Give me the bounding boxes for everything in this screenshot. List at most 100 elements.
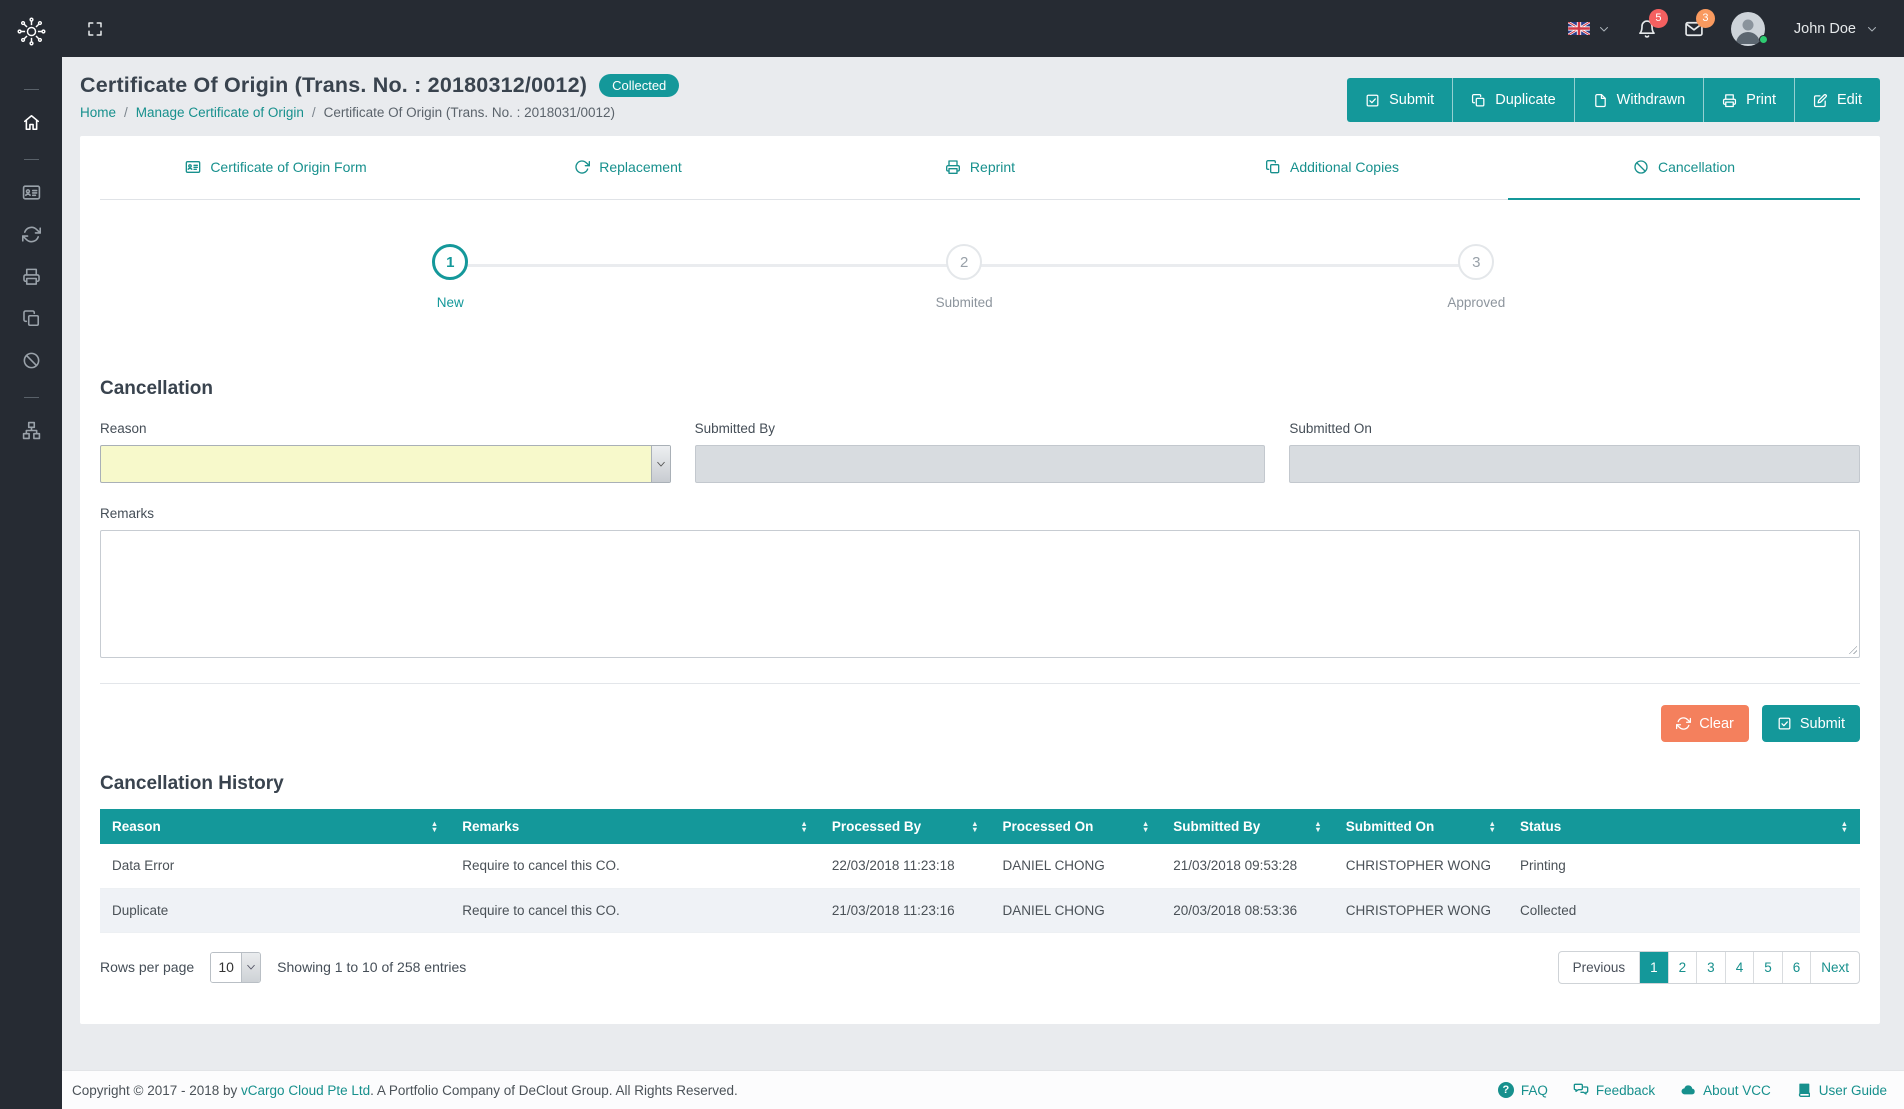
sort-icon: ▲▼ — [1314, 821, 1321, 833]
col-processed-on[interactable]: Processed On▲▼ — [991, 809, 1162, 844]
comments-icon — [1573, 1082, 1589, 1098]
submit-button[interactable]: Submit — [1347, 78, 1452, 122]
step-submited: 2 Submited — [879, 244, 1049, 310]
col-status[interactable]: Status▲▼ — [1508, 809, 1860, 844]
table-row[interactable]: Data ErrorRequire to cancel this CO. 22/… — [100, 844, 1860, 888]
main-card: Certificate of Origin Form Replacement R… — [80, 136, 1880, 1024]
pagination-previous[interactable]: Previous — [1559, 952, 1640, 983]
ban-icon — [1633, 159, 1649, 175]
copyright-text: Copyright © 2017 - 2018 by vCargo Cloud … — [72, 1083, 738, 1098]
book-icon — [1796, 1082, 1812, 1098]
sidebar-divider — [24, 89, 39, 90]
select-dropdown-button[interactable] — [651, 446, 670, 482]
chevron-down-icon — [1598, 23, 1610, 35]
footer: Copyright © 2017 - 2018 by vCargo Cloud … — [62, 1070, 1904, 1109]
pagination-page-4[interactable]: 4 — [1725, 952, 1754, 983]
col-submitted-by[interactable]: Submitted By▲▼ — [1161, 809, 1333, 844]
copies-icon[interactable] — [22, 309, 41, 328]
pagination-next[interactable]: Next — [1810, 952, 1859, 983]
tab-certificate-of-origin-form[interactable]: Certificate of Origin Form — [100, 136, 452, 200]
chevron-down-icon — [1866, 23, 1878, 35]
breadcrumb-home[interactable]: Home — [80, 105, 116, 120]
printer-icon — [945, 159, 961, 175]
language-selector[interactable] — [1568, 22, 1610, 35]
online-status-dot — [1759, 35, 1768, 44]
sync-icon[interactable] — [22, 225, 41, 244]
showing-entries-text: Showing 1 to 10 of 258 entries — [277, 959, 466, 975]
about-vcc-link[interactable]: About VCC — [1680, 1082, 1771, 1098]
faq-link[interactable]: ? FAQ — [1498, 1082, 1548, 1098]
cancel-icon[interactable] — [22, 351, 41, 370]
sort-icon: ▲▼ — [1489, 821, 1496, 833]
chevron-down-icon — [246, 962, 256, 972]
status-badge: Collected — [599, 74, 679, 97]
print-button[interactable]: Print — [1703, 78, 1794, 122]
rows-per-page-label: Rows per page — [100, 959, 194, 975]
edit-button[interactable]: Edit — [1794, 78, 1880, 122]
breadcrumb-manage-co[interactable]: Manage Certificate of Origin — [136, 105, 304, 120]
feedback-link[interactable]: Feedback — [1573, 1082, 1655, 1098]
home-icon[interactable] — [22, 113, 41, 132]
remarks-textarea[interactable] — [100, 530, 1860, 658]
reason-select[interactable] — [100, 445, 671, 483]
file-icon — [1593, 93, 1608, 108]
submitted-by-field — [695, 445, 1266, 483]
sidebar-divider — [24, 397, 39, 398]
chevron-down-icon — [656, 459, 666, 469]
app-logo[interactable] — [0, 0, 62, 62]
page-content: Certificate Of Origin (Trans. No. : 2018… — [62, 57, 1904, 1070]
pagination-page-1[interactable]: 1 — [1639, 952, 1668, 983]
sort-icon: ▲▼ — [971, 821, 978, 833]
form-submit-button[interactable]: Submit — [1762, 705, 1860, 742]
check-square-icon — [1365, 93, 1380, 108]
messages[interactable]: 3 — [1684, 19, 1704, 39]
pagination-page-2[interactable]: 2 — [1668, 952, 1697, 983]
table-row[interactable]: DuplicateRequire to cancel this CO. 21/0… — [100, 888, 1860, 932]
pagination-page-5[interactable]: 5 — [1753, 952, 1782, 983]
breadcrumb: Home / Manage Certificate of Origin / Ce… — [80, 105, 679, 120]
col-reason[interactable]: Reason▲▼ — [100, 809, 450, 844]
step-approved: 3 Approved — [1391, 244, 1561, 310]
id-card-icon[interactable] — [22, 183, 41, 202]
col-submitted-on[interactable]: Submitted On▲▼ — [1334, 809, 1508, 844]
withdrawn-button[interactable]: Withdrawn — [1574, 78, 1704, 122]
remarks-label: Remarks — [100, 506, 1860, 521]
sort-icon: ▲▼ — [1841, 821, 1848, 833]
pagination: Previous 1 2 3 4 5 6 Next — [1558, 951, 1860, 984]
sidebar — [0, 0, 62, 1109]
uk-flag-icon — [1568, 22, 1590, 35]
history-section-title: Cancellation History — [100, 773, 1860, 795]
sitemap-icon[interactable] — [22, 421, 41, 440]
cancellation-history-table: Reason▲▼ Remarks▲▼ Processed By▲▼ Proces… — [100, 809, 1860, 933]
page-title: Certificate Of Origin (Trans. No. : 2018… — [80, 73, 587, 98]
select-dropdown-button[interactable] — [241, 953, 260, 982]
workflow-stepper: 1 New 2 Submited 3 Approved — [100, 222, 1860, 344]
pagination-page-3[interactable]: 3 — [1696, 952, 1725, 983]
user-menu[interactable]: John Doe — [1731, 12, 1878, 46]
reason-label: Reason — [100, 421, 671, 436]
copy-icon — [1265, 159, 1281, 175]
redo-icon — [574, 159, 590, 175]
fullscreen-icon[interactable] — [86, 20, 104, 38]
tab-cancellation[interactable]: Cancellation — [1508, 136, 1860, 200]
notification-count-badge: 5 — [1649, 9, 1668, 28]
copy-icon — [1471, 93, 1486, 108]
tab-reprint[interactable]: Reprint — [804, 136, 1156, 200]
submitted-on-label: Submitted On — [1289, 421, 1860, 436]
section-divider — [100, 683, 1860, 684]
printer-icon[interactable] — [22, 267, 41, 286]
pagination-page-6[interactable]: 6 — [1782, 952, 1811, 983]
refresh-icon — [1676, 716, 1691, 731]
vcargo-link[interactable]: vCargo Cloud Pte Ltd — [241, 1083, 370, 1098]
tab-replacement[interactable]: Replacement — [452, 136, 804, 200]
step-new: 1 New — [365, 244, 535, 310]
clear-button[interactable]: Clear — [1661, 705, 1749, 742]
rows-per-page-select[interactable]: 10 — [210, 952, 261, 983]
tab-additional-copies[interactable]: Additional Copies — [1156, 136, 1508, 200]
col-processed-by[interactable]: Processed By▲▼ — [820, 809, 991, 844]
notifications-bell[interactable]: 5 — [1637, 19, 1657, 39]
tab-bar: Certificate of Origin Form Replacement R… — [100, 136, 1860, 200]
user-guide-link[interactable]: User Guide — [1796, 1082, 1887, 1098]
duplicate-button[interactable]: Duplicate — [1452, 78, 1573, 122]
col-remarks[interactable]: Remarks▲▼ — [450, 809, 820, 844]
